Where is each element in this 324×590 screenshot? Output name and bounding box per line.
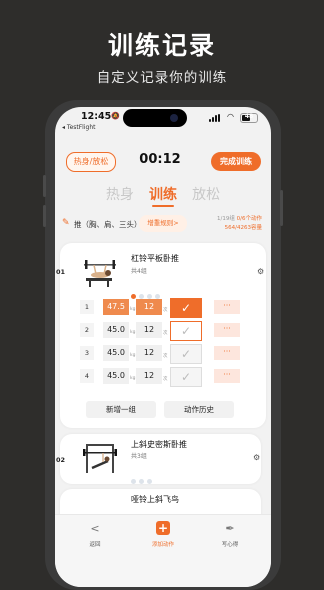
set-number: 2 <box>80 323 94 337</box>
phone-side-button <box>43 175 46 197</box>
add-exercise-button[interactable]: + 添加动作 <box>133 521 193 548</box>
bench-press-thumbnail <box>84 260 116 287</box>
gear-icon[interactable]: ⚙ <box>253 453 260 462</box>
nav-label: 添加动作 <box>151 542 174 548</box>
bell-muted-icon: 🔕 <box>111 112 120 120</box>
muscle-group-label: 推（胸、肩、三头） <box>74 220 142 229</box>
reps-unit: 次 <box>163 377 168 382</box>
battery-level: 48 <box>244 113 254 120</box>
phone-side-button <box>43 205 46 227</box>
exercise-number: 01 <box>56 268 66 276</box>
status-time: 12:45 <box>81 111 112 122</box>
wifi-icon: ◠ <box>227 112 234 121</box>
back-button[interactable]: < 返回 <box>65 521 125 548</box>
weight-unit: kg <box>130 376 136 381</box>
pager-dot <box>147 479 152 484</box>
more-icon[interactable]: ··· <box>214 300 240 314</box>
set-number: 1 <box>80 300 94 314</box>
bottom-nav: < 返回 + 添加动作 ✒ 写心得 <box>55 514 271 587</box>
app-screen: 12:45 🔕 ◠ 48 ◂ TestFlight 热身/放松 00:12 完成… <box>55 107 271 587</box>
more-icon[interactable]: ··· <box>214 369 240 383</box>
weight-input[interactable]: 45.0 <box>103 368 129 384</box>
nav-label: 写心得 <box>221 542 239 548</box>
tab-training-label: 训练 <box>149 187 177 203</box>
write-notes-button[interactable]: ✒ 写心得 <box>200 521 260 548</box>
warmup-relax-button[interactable]: 热身/放松 <box>66 152 116 172</box>
weight-input[interactable]: 47.5 <box>103 299 129 315</box>
weight-unit: kg <box>130 353 136 358</box>
workout-timer: 00:12 <box>139 152 181 167</box>
exercise-card[interactable]: 01 杠铃平板卧推 共4组 ⚙ 1 47.5 kg 12 次 ✓ ··· 2 4… <box>56 243 266 428</box>
tab-relax[interactable]: 放松 <box>192 184 220 204</box>
testflight-back-link[interactable]: ◂ TestFlight <box>62 124 95 131</box>
weight-unit: kg <box>130 330 136 335</box>
check-icon[interactable]: ✓ <box>170 367 202 387</box>
weight-input[interactable]: 45.0 <box>103 345 129 361</box>
tab-warmup[interactable]: 热身 <box>106 184 134 204</box>
exercise-name: 杠铃平板卧推 <box>131 254 179 263</box>
gear-icon[interactable]: ⚙ <box>257 267 264 276</box>
promo-subtitle: 自定义记录你的训练 <box>96 70 228 86</box>
edit-icon[interactable]: ✎ <box>62 218 70 228</box>
exercise-history-button[interactable]: 动作历史 <box>164 401 234 418</box>
feather-icon: ✒ <box>225 522 235 535</box>
reps-unit: 次 <box>163 354 168 359</box>
finish-workout-button[interactable]: 完成训练 <box>211 152 261 171</box>
pager-dot <box>131 479 136 484</box>
exercise-set-count: 共3组 <box>131 453 147 460</box>
more-icon[interactable]: ··· <box>214 323 240 337</box>
reps-input[interactable]: 12 <box>136 345 162 361</box>
set-number: 4 <box>80 369 94 383</box>
add-square-icon: + <box>156 521 170 535</box>
volume-progress: 564/4263容量 <box>224 225 262 231</box>
exercise-number: 02 <box>56 456 66 464</box>
check-icon[interactable]: ✓ <box>170 321 202 341</box>
pager-dot <box>139 479 144 484</box>
nav-label: 返回 <box>89 542 101 548</box>
exercise-name: 哑铃上斜飞鸟 <box>131 495 179 504</box>
set-progress: 1/19组 <box>217 216 235 222</box>
add-square-wrap: + <box>133 521 193 537</box>
image-pager-dots <box>131 469 155 488</box>
active-tab-underline <box>152 205 174 207</box>
reps-input[interactable]: 12 <box>136 299 162 315</box>
tab-training[interactable]: 训练 <box>149 184 177 207</box>
exercise-set-count: 共4组 <box>131 268 147 275</box>
weight-unit: kg <box>130 307 136 312</box>
camera-icon <box>170 114 178 122</box>
dynamic-island <box>123 109 187 127</box>
promo-title: 训练记录 <box>107 31 216 60</box>
exercise-name: 上斜史密斯卧推 <box>131 440 187 449</box>
add-set-button[interactable]: 新增一组 <box>86 401 156 418</box>
action-progress: 0/6个动作 <box>236 216 262 222</box>
increase-weight-rule-button[interactable]: 增重规则> <box>139 215 187 232</box>
phase-tabs: 热身 训练 放松 <box>55 184 271 207</box>
smith-machine-thumbnail <box>83 444 117 473</box>
reps-input[interactable]: 12 <box>136 368 162 384</box>
reps-unit: 次 <box>163 308 168 313</box>
muscle-group-row: ✎ 推（胸、肩、三头） 增重规则> 1/19组 0/6个动作 564/4263容… <box>62 215 266 233</box>
reps-unit: 次 <box>163 331 168 336</box>
back-chevron-icon: < <box>90 522 100 535</box>
more-icon[interactable]: ··· <box>214 346 240 360</box>
signal-icon <box>209 114 223 122</box>
status-bar: 12:45 🔕 ◠ 48 ◂ TestFlight <box>55 107 271 133</box>
exercise-card[interactable]: 02 上斜史密斯卧推 共3组 ⚙ <box>56 434 261 484</box>
check-icon[interactable]: ✓ <box>170 344 202 364</box>
set-number: 3 <box>80 346 94 360</box>
check-icon[interactable]: ✓ <box>170 298 202 318</box>
weight-input[interactable]: 45.0 <box>103 322 129 338</box>
workout-stats: 1/19组 0/6个动作 564/4263容量 <box>217 215 262 233</box>
phone-side-button <box>280 190 283 226</box>
reps-input[interactable]: 12 <box>136 322 162 338</box>
